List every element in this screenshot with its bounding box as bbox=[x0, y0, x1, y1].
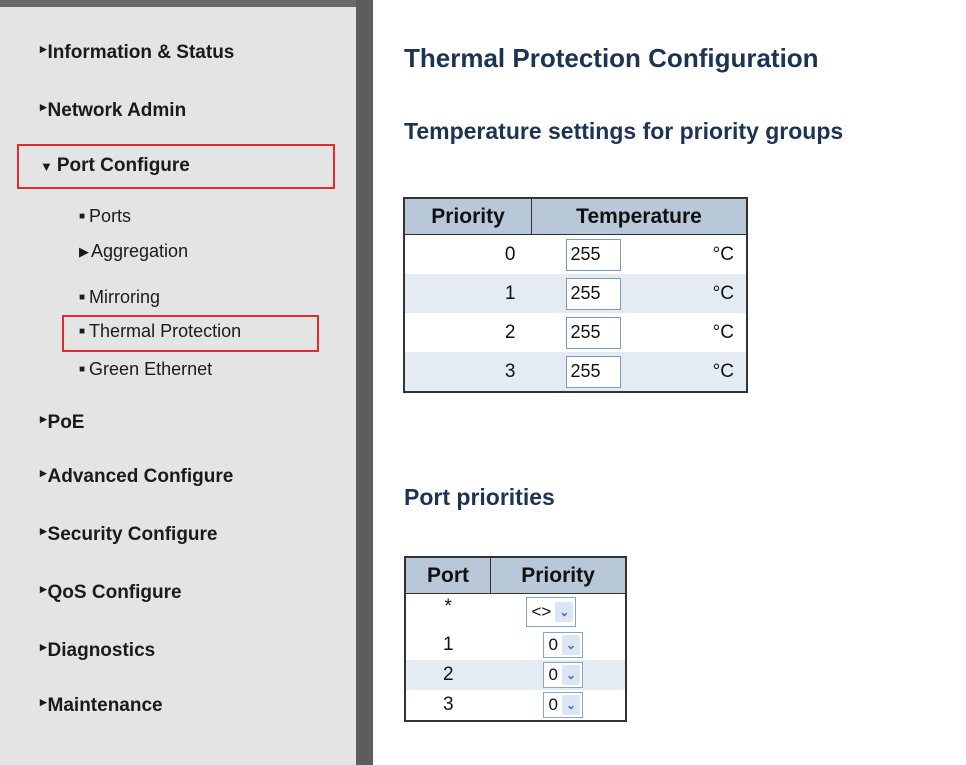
temperature-table: Priority Temperature 0 255 °C 1 255 °C 2 bbox=[403, 197, 748, 393]
port-value: 3 bbox=[442, 694, 454, 715]
temperature-input[interactable]: 255 bbox=[565, 355, 621, 388]
nav-label: Security Configure bbox=[47, 524, 218, 545]
nav-advanced-configure[interactable]: ▸ Advanced Configure bbox=[40, 465, 234, 488]
right-triangle-icon: ▸ bbox=[40, 411, 47, 426]
square-bullet-icon: ■ bbox=[79, 292, 86, 303]
thermal-protection-highlight bbox=[62, 315, 319, 352]
nav-sub-label: Mirroring bbox=[89, 287, 161, 307]
priority-value: 3 bbox=[404, 352, 532, 392]
nav-diagnostics[interactable]: ▸ Diagnostics bbox=[40, 639, 156, 662]
port-section-heading: Port priorities bbox=[404, 484, 555, 510]
temp-section-heading: Temperature settings for priority groups bbox=[404, 118, 844, 144]
sidebar-nav: ▸ Information & Status ▸ Network Admin ▼… bbox=[0, 0, 356, 765]
col-header-priority: Priority bbox=[490, 556, 627, 594]
nav-label: QoS Configure bbox=[47, 582, 182, 603]
chevron-down-icon[interactable]: ⌄ bbox=[561, 695, 580, 715]
selected-value: <> bbox=[531, 602, 552, 621]
priority-value: 0 bbox=[504, 243, 516, 265]
table-row: * <> ⌄ bbox=[405, 594, 626, 631]
nav-security-configure[interactable]: ▸ Security Configure bbox=[40, 523, 218, 546]
chevron-down-icon[interactable]: ⌄ bbox=[555, 602, 574, 622]
page-title: Thermal Protection Configuration bbox=[404, 43, 819, 73]
nav-label: Information & Status bbox=[47, 42, 235, 63]
table-row: 3 255 °C bbox=[404, 352, 747, 392]
frame-divider[interactable] bbox=[356, 0, 373, 765]
unit-label: °C bbox=[712, 243, 734, 265]
nav-network-admin[interactable]: ▸ Network Admin bbox=[40, 99, 187, 122]
chevron-down-icon[interactable]: ⌄ bbox=[561, 665, 580, 685]
port-configure-highlight bbox=[17, 144, 335, 189]
right-triangle-icon: ▸ bbox=[40, 581, 47, 596]
nav-label: PoE bbox=[47, 412, 85, 433]
nav-label: Diagnostics bbox=[47, 640, 156, 661]
nav-sub-label: Ports bbox=[89, 206, 132, 226]
table-row: 1 0 ⌄ bbox=[405, 630, 626, 660]
nav-sub-label: Green Ethernet bbox=[89, 359, 213, 379]
right-triangle-icon: ▸ bbox=[40, 465, 47, 480]
square-bullet-icon: ■ bbox=[79, 211, 86, 222]
right-triangle-icon: ▶ bbox=[79, 243, 89, 259]
selected-value: 0 bbox=[548, 635, 558, 654]
right-triangle-icon: ▸ bbox=[40, 99, 47, 114]
table-row: 2 255 °C bbox=[404, 313, 747, 352]
nav-maintenance[interactable]: ▸ Maintenance bbox=[40, 694, 163, 717]
port-value: * bbox=[444, 596, 452, 617]
priority-select[interactable]: <> ⌄ bbox=[525, 597, 577, 627]
unit-label: °C bbox=[712, 282, 734, 304]
nav-label: Maintenance bbox=[47, 695, 163, 716]
table-row: 2 0 ⌄ bbox=[405, 660, 626, 690]
right-triangle-icon: ▸ bbox=[40, 523, 47, 538]
nav-sub-aggregation[interactable]: ▶ Aggregation bbox=[79, 241, 188, 262]
nav-information-status[interactable]: ▸ Information & Status bbox=[40, 41, 235, 64]
table-row: 3 0 ⌄ bbox=[405, 690, 626, 721]
temperature-input[interactable]: 255 bbox=[565, 238, 621, 271]
priority-value: 2 bbox=[504, 321, 516, 343]
nav-sub-mirroring[interactable]: ■ Mirroring bbox=[79, 287, 160, 308]
selected-value: 0 bbox=[548, 695, 558, 714]
col-header-priority: Priority bbox=[403, 197, 532, 235]
table-row: 0 255 °C bbox=[404, 235, 747, 275]
right-triangle-icon: ▸ bbox=[40, 639, 47, 654]
nav-sub-ports[interactable]: ■ Ports bbox=[79, 206, 131, 227]
temperature-input[interactable]: 255 bbox=[565, 316, 621, 349]
priority-select[interactable]: 0 ⌄ bbox=[542, 662, 583, 688]
nav-label: Network Admin bbox=[47, 100, 187, 121]
nav-sub-green-ethernet[interactable]: ■ Green Ethernet bbox=[79, 359, 212, 380]
right-triangle-icon: ▸ bbox=[40, 41, 47, 56]
priority-select[interactable]: 0 ⌄ bbox=[542, 692, 583, 718]
unit-label: °C bbox=[712, 321, 734, 343]
nav-qos-configure[interactable]: ▸ QoS Configure bbox=[40, 581, 182, 604]
nav-label: Advanced Configure bbox=[47, 466, 234, 487]
priority-value: 1 bbox=[404, 274, 532, 313]
unit-label: °C bbox=[712, 360, 734, 382]
nav-poe[interactable]: ▸ PoE bbox=[40, 411, 85, 434]
col-header-port: Port bbox=[404, 556, 491, 594]
selected-value: 0 bbox=[548, 665, 558, 684]
main-content: Thermal Protection Configuration Tempera… bbox=[373, 0, 966, 765]
port-value: 1 bbox=[442, 634, 454, 655]
port-priority-table: Port Priority * <> ⌄ 1 0 ⌄ 2 0 ⌄ 3 0 ⌄ bbox=[404, 556, 627, 722]
chevron-down-icon[interactable]: ⌄ bbox=[561, 635, 580, 655]
temperature-input[interactable]: 255 bbox=[565, 277, 621, 310]
square-bullet-icon: ■ bbox=[79, 364, 86, 375]
priority-select[interactable]: 0 ⌄ bbox=[542, 632, 583, 658]
nav-sub-label: Aggregation bbox=[91, 241, 189, 261]
col-header-temperature: Temperature bbox=[531, 197, 748, 235]
port-value: 2 bbox=[405, 660, 491, 690]
right-triangle-icon: ▸ bbox=[40, 694, 47, 709]
table-row: 1 255 °C bbox=[404, 274, 747, 313]
